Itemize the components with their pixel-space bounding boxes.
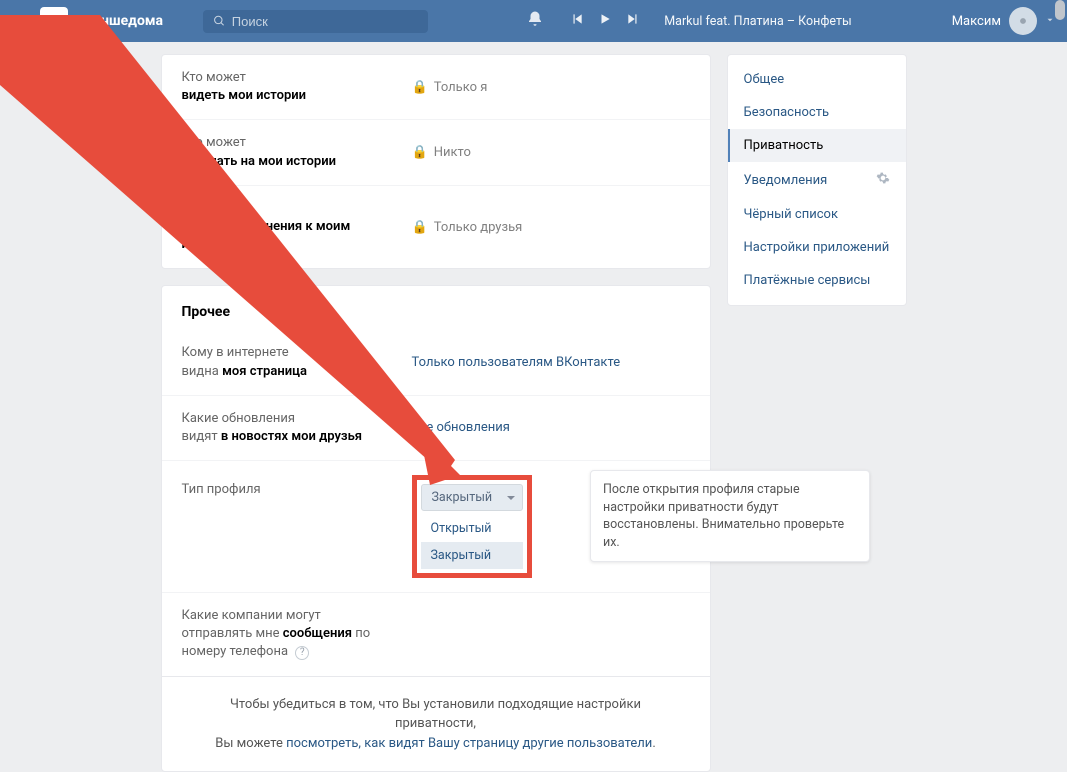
nav-security[interactable]: Безопасность — [728, 96, 906, 129]
search-box[interactable] — [203, 10, 428, 33]
track-title[interactable]: Markul feat. Платина – Конфеты — [664, 14, 851, 29]
lock-icon: 🔒 — [412, 80, 428, 95]
hashtag[interactable]: #лучшедома — [78, 13, 163, 29]
profile-type-options: Открытый Закрытый — [421, 515, 523, 569]
privacy-preview-note: Чтобы убедиться в том, что Вы установили… — [162, 676, 710, 772]
lock-icon: 🔒 — [412, 220, 428, 235]
next-track-icon[interactable] — [626, 12, 640, 30]
settings-nav: Общее Безопасность Приватность Уведомлен… — [727, 54, 907, 306]
nav-payments[interactable]: Платёжные сервисы — [728, 264, 906, 297]
audio-player: Markul feat. Платина – Конфеты — [570, 12, 851, 30]
settings-panel-stories: Кто можетвидеть мои истории 🔒Только я Кт… — [161, 54, 711, 269]
nav-app-settings[interactable]: Настройки приложений — [728, 231, 906, 264]
row-stories-reply[interactable]: Кто можетотвечать на мои истории 🔒Никто — [162, 119, 710, 184]
gear-icon[interactable] — [876, 171, 890, 189]
top-header: VK #лучшедома Markul feat. Платина – Кон… — [0, 0, 1067, 42]
help-icon[interactable]: ? — [295, 646, 309, 660]
notifications-icon[interactable] — [526, 10, 544, 32]
nav-notifications[interactable]: Уведомления — [728, 162, 906, 198]
profile-type-select[interactable]: Закрытый — [421, 484, 523, 511]
chevron-down-icon — [1045, 14, 1055, 29]
row-page-visible[interactable]: Кому в интернетевидна моя страница Тольк… — [162, 330, 710, 394]
user-menu[interactable]: Максим — [952, 7, 1055, 35]
lock-icon: 🔒 — [412, 145, 428, 160]
search-icon — [213, 14, 226, 28]
section-other-title: Прочее — [162, 286, 710, 330]
avatar — [1009, 7, 1037, 35]
play-icon[interactable] — [598, 12, 612, 30]
nav-blacklist[interactable]: Чёрный список — [728, 198, 906, 231]
row-updates[interactable]: Какие обновлениявидят в новостях мои дру… — [162, 395, 710, 460]
scrollbar-thumb[interactable] — [1055, 0, 1065, 20]
nav-privacy[interactable]: Приватность — [728, 129, 906, 162]
row-stories-view[interactable]: Кто можетвидеть мои истории 🔒Только я — [162, 55, 710, 119]
row-stories-opinions[interactable]: Кто можетотправлять мнения к моим истори… — [162, 185, 710, 269]
profile-type-dropdown-highlight: Закрытый Открытый Закрытый — [412, 475, 532, 578]
prev-track-icon[interactable] — [570, 12, 584, 30]
search-input[interactable] — [232, 14, 418, 29]
option-open[interactable]: Открытый — [421, 515, 523, 542]
user-name: Максим — [952, 14, 1001, 29]
option-closed[interactable]: Закрытый — [421, 542, 523, 569]
profile-type-tooltip: После открытия профиля старые настройки … — [590, 470, 870, 562]
vk-logo[interactable]: VK — [40, 7, 68, 35]
row-companies[interactable]: Какие компании могут отправлять мне сооб… — [162, 592, 710, 676]
preview-link[interactable]: посмотреть, как видят Вашу страницу друг… — [286, 736, 652, 751]
nav-general[interactable]: Общее — [728, 63, 906, 96]
